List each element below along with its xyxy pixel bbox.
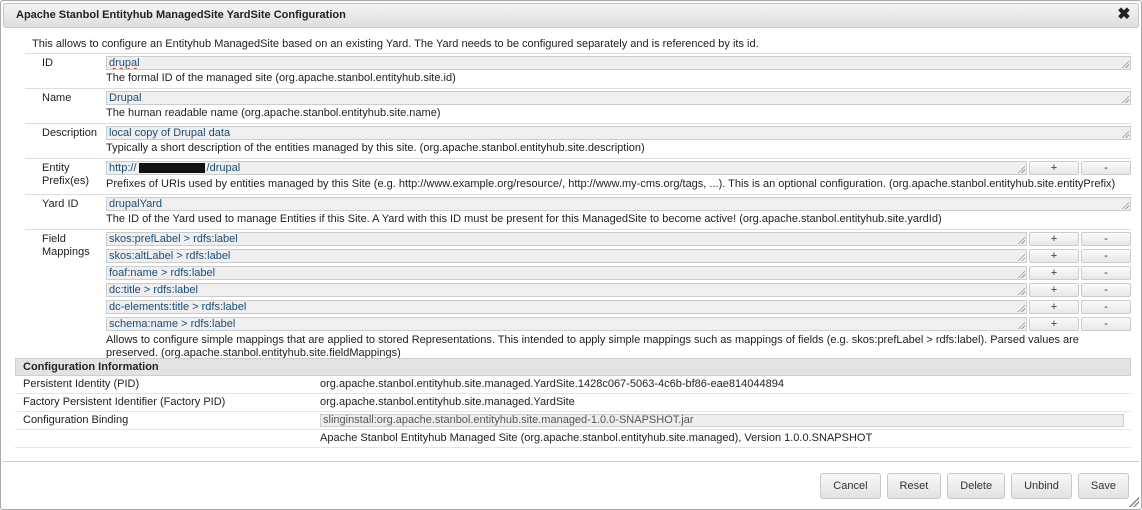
mapping-input[interactable]: dc:title > rdfs:label — [106, 283, 1027, 297]
pid-value: org.apache.stanbol.entityhub.site.manage… — [320, 378, 784, 390]
unbind-button[interactable]: Unbind — [1011, 473, 1072, 499]
reset-button[interactable]: Reset — [886, 473, 942, 499]
resize-handle-icon[interactable] — [1129, 497, 1139, 507]
field-row-yard: Yard ID drupalYard The ID of the Yard us… — [25, 194, 1131, 229]
config-dialog: Apache Stanbol Entityhub ManagedSite Yar… — [0, 0, 1142, 510]
mapping-input[interactable]: skos:prefLabel > rdfs:label — [106, 232, 1027, 246]
dialog-buttons: Cancel Reset Delete Unbind Save — [820, 473, 1129, 499]
pid-label: Persistent Identity (PID) — [23, 378, 140, 390]
field-label-id: ID — [42, 57, 53, 69]
add-mapping-button[interactable]: + — [1029, 300, 1079, 314]
prefix-input[interactable]: http:///drupal — [106, 161, 1027, 175]
id-description: The formal ID of the managed site (org.a… — [106, 72, 456, 84]
add-mapping-button[interactable]: + — [1029, 249, 1079, 263]
configuration-information: Configuration Information Persistent Ide… — [15, 358, 1131, 448]
config-info-header: Configuration Information — [15, 358, 1131, 376]
yard-description: The ID of the Yard used to manage Entiti… — [106, 213, 942, 225]
mapping-line: skos:altLabel > rdfs:label + - — [106, 249, 1131, 263]
field-row-description: Description local copy of Drupal data Ty… — [25, 123, 1131, 158]
field-row-name: Name Drupal The human readable name (org… — [25, 88, 1131, 123]
bundle-row: Apache Stanbol Entityhub Managed Site (o… — [15, 430, 1131, 448]
dialog-titlebar[interactable]: Apache Stanbol Entityhub ManagedSite Yar… — [3, 3, 1139, 28]
factory-pid-label: Factory Persistent Identifier (Factory P… — [23, 396, 226, 408]
pid-row: Persistent Identity (PID) org.apache.sta… — [15, 376, 1131, 394]
add-mapping-button[interactable]: + — [1029, 266, 1079, 280]
field-label-description: Description — [42, 127, 98, 139]
intro-text: This allows to configure an Entityhub Ma… — [32, 38, 759, 50]
mappings-description: Allows to configure simple mappings that… — [106, 334, 1079, 359]
mapping-line: schema:name > rdfs:label + - — [106, 317, 1131, 331]
remove-mapping-button[interactable]: - — [1081, 283, 1131, 297]
bundle-value: Apache Stanbol Entityhub Managed Site (o… — [320, 432, 873, 444]
redacted-block — [138, 163, 205, 174]
factory-pid-value: org.apache.stanbol.entityhub.site.manage… — [320, 396, 575, 408]
field-label-name: Name — [42, 92, 72, 104]
close-icon[interactable]: ✖ — [1116, 7, 1132, 23]
add-mapping-button[interactable]: + — [1029, 232, 1079, 246]
remove-mapping-button[interactable]: - — [1081, 300, 1131, 314]
mapping-line: dc-elements:title > rdfs:label + - — [106, 300, 1131, 314]
field-label-prefix: Entity Prefix(es) — [42, 162, 90, 187]
mapping-line: dc:title > rdfs:label + - — [106, 283, 1131, 297]
prefix-description: Prefixes of URIs used by entities manage… — [106, 178, 1116, 190]
remove-mapping-button[interactable]: - — [1081, 317, 1131, 331]
yard-id-input[interactable]: drupalYard — [106, 197, 1131, 211]
add-prefix-button[interactable]: + — [1029, 161, 1079, 175]
mapping-input[interactable]: dc-elements:title > rdfs:label — [106, 300, 1027, 314]
mapping-input[interactable]: skos:altLabel > rdfs:label — [106, 249, 1027, 263]
description-input[interactable]: local copy of Drupal data — [106, 126, 1131, 140]
mapping-line: skos:prefLabel > rdfs:label + - — [106, 232, 1131, 246]
description-description: Typically a short description of the ent… — [106, 142, 645, 154]
add-mapping-button[interactable]: + — [1029, 317, 1079, 331]
binding-row: Configuration Binding slinginstall:org.a… — [15, 412, 1131, 430]
binding-label: Configuration Binding — [23, 414, 129, 426]
remove-mapping-button[interactable]: - — [1081, 249, 1131, 263]
mapping-line: foaf:name > rdfs:label + - — [106, 266, 1131, 280]
dialog-title: Apache Stanbol Entityhub ManagedSite Yar… — [16, 9, 346, 21]
add-mapping-button[interactable]: + — [1029, 283, 1079, 297]
name-description: The human readable name (org.apache.stan… — [106, 107, 441, 119]
id-input[interactable]: drupal — [106, 56, 1131, 70]
save-button[interactable]: Save — [1077, 473, 1129, 499]
field-row-mappings: Field Mappings skos:prefLabel > rdfs:lab… — [25, 229, 1131, 363]
cancel-button[interactable]: Cancel — [820, 473, 881, 499]
field-row-prefix: Entity Prefix(es) http:///drupal + - Pre… — [25, 158, 1131, 194]
remove-prefix-button[interactable]: - — [1081, 161, 1131, 175]
config-form: ID drupal The formal ID of the managed s… — [25, 53, 1131, 363]
binding-field[interactable]: slinginstall:org.apache.stanbol.entityhu… — [320, 414, 1124, 427]
mapping-input[interactable]: schema:name > rdfs:label — [106, 317, 1027, 331]
delete-button[interactable]: Delete — [947, 473, 1006, 499]
divider — [3, 461, 1139, 462]
field-row-id: ID drupal The formal ID of the managed s… — [25, 53, 1131, 88]
name-input[interactable]: Drupal — [106, 91, 1131, 105]
factory-pid-row: Factory Persistent Identifier (Factory P… — [15, 394, 1131, 412]
field-label-yard: Yard ID — [42, 198, 79, 210]
remove-mapping-button[interactable]: - — [1081, 232, 1131, 246]
remove-mapping-button[interactable]: - — [1081, 266, 1131, 280]
field-label-mappings: Field Mappings — [42, 233, 90, 258]
mapping-input[interactable]: foaf:name > rdfs:label — [106, 266, 1027, 280]
